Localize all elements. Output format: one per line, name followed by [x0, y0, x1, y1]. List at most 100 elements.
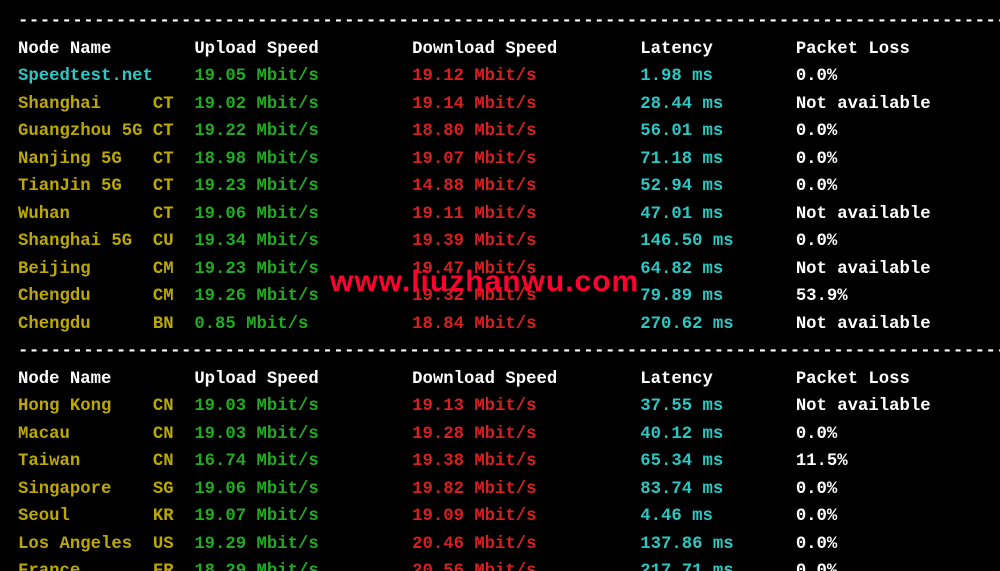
- cell-upload: 18.29 Mbit/s: [194, 562, 412, 571]
- cell-node-name: Guangzhou 5G: [18, 122, 153, 141]
- cell-node-tag: CN: [153, 425, 194, 444]
- col-header-latency: Latency: [640, 40, 796, 59]
- cell-node-name: Hong Kong: [18, 397, 153, 416]
- cell-latency: 217.71 ms: [640, 562, 796, 571]
- cell-upload: 0.85 Mbit/s: [194, 315, 412, 334]
- col-header-node: Node Name: [18, 370, 194, 389]
- cell-node-name: Taiwan: [18, 452, 153, 471]
- cell-upload: 19.06 Mbit/s: [194, 205, 412, 224]
- cell-packet-loss: 0.0%: [796, 507, 941, 526]
- cell-packet-loss: Not available: [796, 315, 941, 334]
- cell-node-tag: CM: [153, 260, 194, 279]
- cell-packet-loss: Not available: [796, 95, 941, 114]
- cell-node-name: Chengdu: [18, 315, 153, 334]
- cell-node-tag: [153, 67, 194, 86]
- cell-node-tag: CU: [153, 232, 194, 251]
- cell-latency: 40.12 ms: [640, 425, 796, 444]
- cell-node-tag: SG: [153, 480, 194, 499]
- terminal-output: ----------------------------------------…: [0, 0, 1000, 571]
- cell-packet-loss: 0.0%: [796, 122, 941, 141]
- cell-node-tag: CT: [153, 122, 194, 141]
- cell-download: 19.47 Mbit/s: [412, 260, 640, 279]
- cell-node-tag: CN: [153, 452, 194, 471]
- table-header-row: Node Name Upload Speed Download Speed La…: [18, 366, 982, 394]
- cell-packet-loss: 53.9%: [796, 287, 941, 306]
- col-header-upload: Upload Speed: [194, 370, 412, 389]
- cell-upload: 19.23 Mbit/s: [194, 177, 412, 196]
- table-row: Taiwan CN 16.74 Mbit/s 19.38 Mbit/s 65.3…: [18, 448, 982, 476]
- col-header-download: Download Speed: [412, 40, 640, 59]
- cell-node-name: TianJin 5G: [18, 177, 153, 196]
- cell-upload: 19.29 Mbit/s: [194, 535, 412, 554]
- table-row: France FR 18.29 Mbit/s 20.56 Mbit/s 217.…: [18, 558, 982, 571]
- table-row: Shanghai 5G CU 19.34 Mbit/s 19.39 Mbit/s…: [18, 228, 982, 256]
- col-header-download: Download Speed: [412, 370, 640, 389]
- table-row: Beijing CM 19.23 Mbit/s 19.47 Mbit/s 64.…: [18, 256, 982, 284]
- table-row: Macau CN 19.03 Mbit/s 19.28 Mbit/s 40.12…: [18, 421, 982, 449]
- cell-download: 19.07 Mbit/s: [412, 150, 640, 169]
- cell-node-name: Macau: [18, 425, 153, 444]
- cell-node-name: Shanghai 5G: [18, 232, 153, 251]
- cell-node-name: Speedtest.net: [18, 67, 153, 86]
- cell-packet-loss: 11.5%: [796, 452, 941, 471]
- cell-upload: 19.23 Mbit/s: [194, 260, 412, 279]
- table-row: TianJin 5G CT 19.23 Mbit/s 14.88 Mbit/s …: [18, 173, 982, 201]
- cell-upload: 19.22 Mbit/s: [194, 122, 412, 141]
- cell-latency: 83.74 ms: [640, 480, 796, 499]
- table-row: Guangzhou 5G CT 19.22 Mbit/s 18.80 Mbit/…: [18, 118, 982, 146]
- cell-latency: 28.44 ms: [640, 95, 796, 114]
- cell-latency: 146.50 ms: [640, 232, 796, 251]
- cell-latency: 37.55 ms: [640, 397, 796, 416]
- col-header-loss: Packet Loss: [796, 370, 941, 389]
- cell-node-name: Singapore: [18, 480, 153, 499]
- cell-node-name: Nanjing 5G: [18, 150, 153, 169]
- table-row: Chengdu CM 19.26 Mbit/s 19.32 Mbit/s 79.…: [18, 283, 982, 311]
- cell-packet-loss: 0.0%: [796, 177, 941, 196]
- cell-packet-loss: 0.0%: [796, 535, 941, 554]
- cell-node-tag: CT: [153, 177, 194, 196]
- cell-download: 18.80 Mbit/s: [412, 122, 640, 141]
- table-row: Chengdu BN 0.85 Mbit/s 18.84 Mbit/s 270.…: [18, 311, 982, 339]
- cell-latency: 52.94 ms: [640, 177, 796, 196]
- cell-node-tag: FR: [153, 562, 194, 571]
- cell-upload: 19.07 Mbit/s: [194, 507, 412, 526]
- table-row: Los Angeles US 19.29 Mbit/s 20.46 Mbit/s…: [18, 531, 982, 559]
- cell-upload: 19.06 Mbit/s: [194, 480, 412, 499]
- cell-download: 19.38 Mbit/s: [412, 452, 640, 471]
- cell-download: 19.32 Mbit/s: [412, 287, 640, 306]
- col-header-loss: Packet Loss: [796, 40, 941, 59]
- table-row: Hong Kong CN 19.03 Mbit/s 19.13 Mbit/s 3…: [18, 393, 982, 421]
- cell-upload: 19.03 Mbit/s: [194, 397, 412, 416]
- cell-latency: 1.98 ms: [640, 67, 796, 86]
- cell-node-tag: US: [153, 535, 194, 554]
- cell-upload: 19.26 Mbit/s: [194, 287, 412, 306]
- cell-node-name: Seoul: [18, 507, 153, 526]
- table-row: Shanghai CT 19.02 Mbit/s 19.14 Mbit/s 28…: [18, 91, 982, 119]
- table-row: Wuhan CT 19.06 Mbit/s 19.11 Mbit/s 47.01…: [18, 201, 982, 229]
- cell-latency: 4.46 ms: [640, 507, 796, 526]
- cell-packet-loss: Not available: [796, 260, 941, 279]
- cell-node-name: Wuhan: [18, 205, 153, 224]
- table-row: Singapore SG 19.06 Mbit/s 19.82 Mbit/s 8…: [18, 476, 982, 504]
- cell-node-tag: CM: [153, 287, 194, 306]
- cell-upload: 19.34 Mbit/s: [194, 232, 412, 251]
- table-row: Nanjing 5G CT 18.98 Mbit/s 19.07 Mbit/s …: [18, 146, 982, 174]
- cell-upload: 19.05 Mbit/s: [194, 67, 412, 86]
- cell-upload: 16.74 Mbit/s: [194, 452, 412, 471]
- cell-upload: 19.02 Mbit/s: [194, 95, 412, 114]
- cell-download: 19.09 Mbit/s: [412, 507, 640, 526]
- cell-packet-loss: 0.0%: [796, 232, 941, 251]
- col-header-upload: Upload Speed: [194, 40, 412, 59]
- cell-download: 19.39 Mbit/s: [412, 232, 640, 251]
- cell-download: 19.13 Mbit/s: [412, 397, 640, 416]
- cell-node-tag: CT: [153, 95, 194, 114]
- col-header-node: Node Name: [18, 40, 194, 59]
- cell-download: 19.82 Mbit/s: [412, 480, 640, 499]
- separator-line: ----------------------------------------…: [18, 338, 982, 366]
- cell-latency: 79.89 ms: [640, 287, 796, 306]
- cell-upload: 19.03 Mbit/s: [194, 425, 412, 444]
- cell-packet-loss: 0.0%: [796, 67, 941, 86]
- col-header-latency: Latency: [640, 370, 796, 389]
- cell-node-name: France: [18, 562, 153, 571]
- cell-node-tag: BN: [153, 315, 194, 334]
